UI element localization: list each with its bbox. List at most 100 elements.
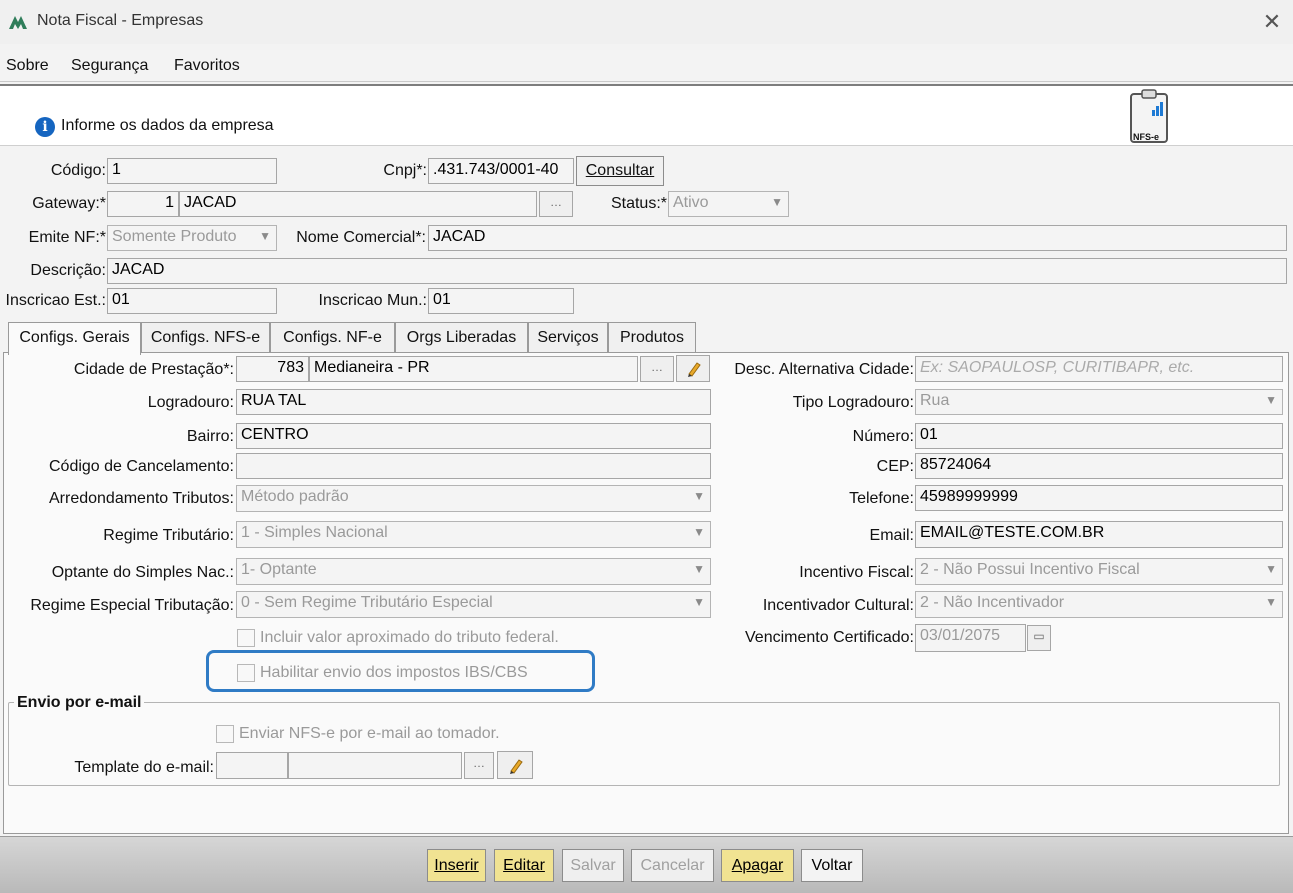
codigo-field[interactable]: 1	[107, 158, 277, 184]
regime-value: 1 - Simples Nacional	[241, 524, 388, 541]
descricao-label: Descrição:	[30, 262, 106, 279]
pencil-icon	[510, 759, 523, 774]
inscricao-est-label: Inscricao Est.:	[5, 292, 106, 309]
optante-select[interactable]: 1- Optante ▼	[236, 558, 711, 585]
numero-label: Número:	[852, 428, 914, 445]
cep-field[interactable]: 85724064	[915, 453, 1283, 479]
consultar-button[interactable]: Consultar	[576, 156, 664, 186]
incluir-tributo-checkbox[interactable]	[237, 629, 255, 647]
codigo-cancelamento-field[interactable]	[236, 453, 711, 479]
chevron-down-icon: ▼	[1265, 595, 1277, 609]
incentivo-value: 2 - Não Possui Incentivo Fiscal	[920, 561, 1140, 578]
logradouro-field[interactable]: RUA TAL	[236, 389, 711, 415]
descricao-field[interactable]: JACAD	[107, 258, 1287, 284]
template-edit-button[interactable]	[497, 751, 533, 779]
tab-produtos[interactable]: Produtos	[608, 322, 696, 352]
tab-servicos[interactable]: Serviços	[528, 322, 608, 352]
arredondamento-value: Método padrão	[241, 488, 349, 505]
window-title: Nota Fiscal - Empresas	[37, 12, 204, 29]
cidade-code-field[interactable]: 783	[236, 356, 309, 382]
telefone-field[interactable]: 45989999999	[915, 485, 1283, 511]
status-value: Ativo	[673, 194, 709, 211]
menu-sobre[interactable]: Sobre	[6, 57, 49, 75]
editar-label: Editar	[503, 857, 545, 874]
regime-label: Regime Tributário:	[103, 527, 234, 544]
incentivador-select[interactable]: 2 - Não Incentivador ▼	[915, 591, 1283, 618]
template-name-field[interactable]	[288, 752, 462, 779]
chevron-down-icon: ▼	[1265, 562, 1277, 576]
habilitar-ibs-cbs-checkbox[interactable]	[237, 664, 255, 682]
nfse-badge-text: NFS-e	[1133, 132, 1159, 142]
tab-configs-gerais[interactable]: Configs. Gerais	[8, 322, 141, 355]
email-label: Email:	[869, 527, 914, 544]
voltar-button[interactable]: Voltar	[801, 849, 863, 882]
tipo-logradouro-select[interactable]: Rua ▼	[915, 389, 1283, 415]
codigo-label: Código:	[50, 162, 106, 179]
email-group-title: Envio por e-mail	[14, 694, 145, 712]
template-email-label: Template do e-mail:	[74, 759, 214, 776]
incentivo-label: Incentivo Fiscal:	[799, 564, 914, 581]
optante-label: Optante do Simples Nac.:	[51, 564, 234, 581]
regime-select[interactable]: 1 - Simples Nacional ▼	[236, 521, 711, 548]
status-label: Status:*	[610, 195, 667, 212]
calendar-icon[interactable]: ▭	[1027, 625, 1051, 651]
enviar-email-checkbox[interactable]	[216, 725, 234, 743]
telefone-label: Telefone:	[849, 490, 914, 507]
inscricao-est-field[interactable]: 01	[107, 288, 277, 314]
menu-favoritos[interactable]: Favoritos	[174, 57, 240, 75]
apagar-button[interactable]: Apagar	[721, 849, 794, 882]
optante-value: 1- Optante	[241, 561, 317, 578]
template-code-field[interactable]	[216, 752, 288, 779]
bairro-field[interactable]: CENTRO	[236, 423, 711, 449]
close-icon[interactable]: ✕	[1258, 8, 1286, 36]
cidade-lookup-button[interactable]: …	[640, 356, 674, 382]
regime-especial-label: Regime Especial Tributação:	[30, 597, 234, 614]
emite-select[interactable]: Somente Produto ▼	[107, 225, 277, 251]
arredondamento-select[interactable]: Método padrão ▼	[236, 485, 711, 512]
chevron-down-icon: ▼	[1265, 393, 1277, 407]
inscricao-mun-field[interactable]: 01	[428, 288, 574, 314]
info-message: Informe os dados da empresa	[61, 117, 274, 134]
incluir-tributo-label: Incluir valor aproximado do tributo fede…	[260, 629, 559, 646]
incentivador-value: 2 - Não Incentivador	[920, 594, 1065, 611]
menu-seguranca[interactable]: Segurança	[71, 57, 148, 75]
tab-orgs-liberadas[interactable]: Orgs Liberadas	[395, 322, 528, 352]
gateway-name-field[interactable]: JACAD	[179, 191, 537, 217]
inserir-button[interactable]: Inserir	[427, 849, 486, 882]
numero-field[interactable]: 01	[915, 423, 1283, 449]
logradouro-label: Logradouro:	[147, 394, 234, 411]
tab-configs-nfse[interactable]: Configs. NFS-e	[141, 322, 270, 352]
cancelar-button[interactable]: Cancelar	[631, 849, 714, 882]
emite-label: Emite NF:*	[28, 229, 106, 246]
nome-comercial-field[interactable]: JACAD	[428, 225, 1287, 251]
email-field[interactable]: EMAIL@TESTE.COM.BR	[915, 521, 1283, 548]
voltar-label: Voltar	[811, 857, 853, 874]
consultar-label: Consultar	[585, 162, 655, 179]
gateway-lookup-button[interactable]: …	[539, 191, 573, 217]
regime-especial-select[interactable]: 0 - Sem Regime Tributário Especial ▼	[236, 591, 711, 618]
desc-alt-label: Desc. Alternativa Cidade:	[734, 361, 914, 378]
tipo-logradouro-value: Rua	[920, 392, 950, 409]
editar-button[interactable]: Editar	[494, 849, 554, 882]
bairro-label: Bairro:	[186, 428, 234, 445]
habilitar-ibs-cbs-label: Habilitar envio dos impostos IBS/CBS	[260, 664, 528, 681]
incentivo-select[interactable]: 2 - Não Possui Incentivo Fiscal ▼	[915, 558, 1283, 585]
vencimento-field[interactable]: 03/01/2075	[915, 624, 1026, 652]
codigo-cancelamento-label: Código de Cancelamento:	[48, 458, 234, 475]
status-select[interactable]: Ativo ▼	[668, 191, 789, 217]
enviar-email-label: Enviar NFS-e por e-mail ao tomador.	[239, 725, 500, 742]
cidade-name-field[interactable]: Medianeira - PR	[309, 356, 638, 382]
cnpj-label: Cnpj*:	[383, 162, 427, 179]
regime-especial-value: 0 - Sem Regime Tributário Especial	[241, 594, 493, 611]
desc-alt-field[interactable]: Ex: SAOPAULOSP, CURITIBAPR, etc.	[915, 356, 1283, 382]
gateway-code-field[interactable]: 1	[107, 191, 179, 217]
incentivador-label: Incentivador Cultural:	[762, 597, 914, 614]
salvar-button[interactable]: Salvar	[562, 849, 624, 882]
template-lookup-button[interactable]: …	[464, 752, 494, 779]
info-icon: i	[35, 117, 55, 137]
cancelar-label: Cancelar	[640, 857, 705, 874]
cnpj-field[interactable]: .431.743/0001-40	[428, 158, 574, 184]
tab-configs-nfe[interactable]: Configs. NF-e	[270, 322, 395, 352]
cidade-label: Cidade de Prestação*:	[73, 361, 234, 378]
salvar-label: Salvar	[570, 857, 616, 874]
